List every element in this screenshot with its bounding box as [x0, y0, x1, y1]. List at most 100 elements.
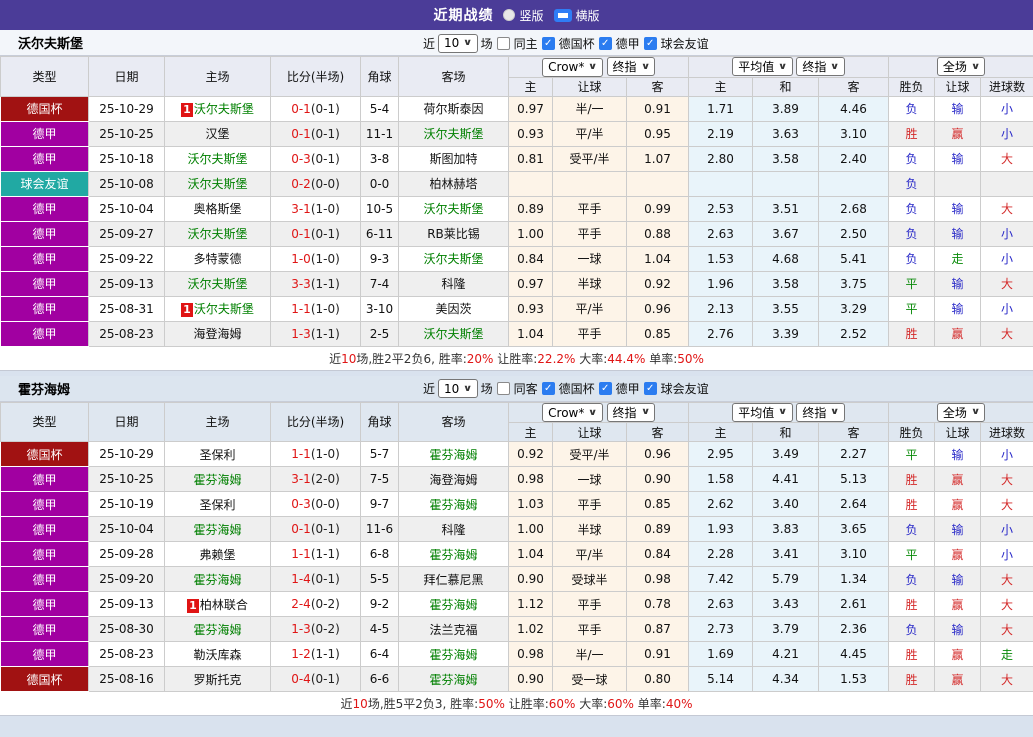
layout-option-vertical[interactable]: 竖版	[503, 7, 543, 24]
cell-avg-draw: 3.55	[753, 296, 819, 321]
cell-result-goals: 小	[981, 542, 1033, 567]
away-team-name: 美因茨	[435, 302, 471, 316]
cell-competition: 德甲	[1, 492, 89, 517]
table-row: 德甲25-08-23勒沃库森1-2(1-1)6-4霍芬海姆0.98半/一0.91…	[1, 642, 1033, 667]
cell-home-team: 1柏林联合	[165, 592, 271, 617]
recent-count-select[interactable]: 10∨	[438, 379, 478, 398]
cell-home-team: 多特蒙德	[165, 246, 271, 271]
table-row: 德甲25-09-28弗赖堡1-1(1-1)6-8霍芬海姆1.04平/半0.842…	[1, 542, 1033, 567]
competition-checkbox-1[interactable]: ✓	[542, 382, 555, 395]
avg-time-select[interactable]: 终指∨	[796, 57, 844, 76]
cell-odds-handicap: 半/一	[553, 642, 627, 667]
cell-avg-home: 1.69	[689, 642, 753, 667]
radio-vertical-icon[interactable]	[503, 9, 515, 21]
page-title: 近期战绩	[433, 5, 493, 25]
competition-checkbox-2[interactable]: ✓	[599, 382, 612, 395]
recent-count-select[interactable]: 10∨	[438, 34, 478, 53]
cell-home-team: 弗赖堡	[165, 542, 271, 567]
cell-result-outcome: 负	[889, 171, 935, 196]
table-row: 德国杯25-10-29圣保利1-1(1-0)5-7霍芬海姆0.92受平/半0.9…	[1, 442, 1033, 467]
away-team-name: 斯图加特	[429, 152, 477, 166]
cell-home-team: 霍芬海姆	[165, 567, 271, 592]
cell-competition: 德甲	[1, 592, 89, 617]
average-select[interactable]: 平均值∨	[732, 57, 792, 76]
cell-result-goals: 走	[981, 642, 1033, 667]
cell-result-handicap: 赢	[935, 642, 981, 667]
neutral-mark: 1	[181, 103, 193, 117]
cell-odds-away: 0.85	[627, 321, 689, 346]
cell-corner: 9-2	[361, 592, 399, 617]
cell-corner: 11-6	[361, 517, 399, 542]
away-team-name: 法兰克福	[429, 623, 477, 637]
average-select[interactable]: 平均值∨	[732, 403, 792, 422]
fulltime-score: 1-1	[291, 447, 311, 461]
competition-checkbox-3[interactable]: ✓	[644, 382, 657, 395]
scope-select[interactable]: 全场∨	[937, 57, 985, 76]
cell-odds-away: 0.96	[627, 296, 689, 321]
cell-avg-away: 2.61	[819, 592, 889, 617]
cell-result-outcome: 负	[889, 96, 935, 121]
summary-stat-value: 40%	[666, 697, 693, 711]
cell-score: 1-3(1-1)	[271, 321, 361, 346]
avg-time-select[interactable]: 终指∨	[796, 403, 844, 422]
odds-time-select[interactable]: 终指∨	[607, 403, 655, 422]
fulltime-score: 1-1	[291, 547, 311, 561]
cell-result-outcome: 胜	[889, 492, 935, 517]
cell-avg-draw: 3.40	[753, 492, 819, 517]
same-venue-checkbox[interactable]	[497, 37, 510, 50]
fulltime-score: 1-0	[291, 252, 311, 266]
cell-result-handicap: 输	[935, 617, 981, 642]
cell-score: 1-4(0-1)	[271, 567, 361, 592]
cell-result-outcome: 平	[889, 296, 935, 321]
cell-away-team: 霍芬海姆	[399, 542, 509, 567]
table-row: 德国杯25-08-16罗斯托克0-4(0-1)6-6霍芬海姆0.90受一球0.8…	[1, 667, 1033, 692]
halftime-score: (0-0)	[311, 177, 340, 191]
halftime-score: (1-0)	[311, 252, 340, 266]
cell-away-team: 美因茨	[399, 296, 509, 321]
cell-corner: 7-4	[361, 271, 399, 296]
summary-stat-value: 50%	[677, 352, 704, 366]
odds-time-select[interactable]: 终指∨	[607, 57, 655, 76]
home-team-name: 罗斯托克	[193, 673, 241, 687]
layout-option-horizontal[interactable]: 横版	[554, 7, 600, 24]
bookmaker-select[interactable]: Crow*∨	[542, 403, 603, 422]
radio-horizontal-icon[interactable]	[554, 9, 572, 22]
radio-vertical-label: 竖版	[519, 7, 543, 24]
column-header-6: 客场	[399, 57, 509, 97]
scope-group: 全场∨	[889, 402, 1033, 423]
competition-checkbox-1[interactable]: ✓	[542, 37, 555, 50]
cell-date: 25-09-20	[89, 567, 165, 592]
fulltime-score: 1-4	[291, 572, 311, 586]
cell-result-handicap: 输	[935, 271, 981, 296]
scope-select[interactable]: 全场∨	[937, 403, 985, 422]
cell-odds-away: 0.95	[627, 121, 689, 146]
cell-score: 1-1(1-1)	[271, 542, 361, 567]
home-team-name: 沃尔夫斯堡	[187, 177, 247, 191]
fulltime-score: 1-1	[291, 302, 311, 316]
cell-result-goals: 小	[981, 121, 1033, 146]
cell-competition: 德甲	[1, 246, 89, 271]
cell-date: 25-09-27	[89, 221, 165, 246]
cell-home-team: 汉堡	[165, 121, 271, 146]
cell-odds-handicap: 受平/半	[553, 146, 627, 171]
cell-competition: 德甲	[1, 467, 89, 492]
same-venue-checkbox[interactable]	[497, 382, 510, 395]
cell-result-handicap: 赢	[935, 542, 981, 567]
fulltime-score: 0-2	[291, 177, 311, 191]
cell-date: 25-10-25	[89, 121, 165, 146]
fulltime-score: 0-1	[291, 227, 311, 241]
summary-stat-value: 22.2%	[537, 352, 575, 366]
cell-result-outcome: 负	[889, 567, 935, 592]
cell-avg-away: 4.45	[819, 642, 889, 667]
odds-time-select-caret-icon: ∨	[640, 62, 650, 72]
competition-checkbox-3[interactable]: ✓	[644, 37, 657, 50]
competition-checkbox-2[interactable]: ✓	[599, 37, 612, 50]
cell-odds-handicap: 平手	[553, 321, 627, 346]
cell-score: 0-2(0-0)	[271, 171, 361, 196]
cell-result-goals	[981, 171, 1033, 196]
cell-corner: 3-10	[361, 296, 399, 321]
fulltime-score: 0-1	[291, 522, 311, 536]
cell-away-team: 沃尔夫斯堡	[399, 246, 509, 271]
bookmaker-select[interactable]: Crow*∨	[542, 58, 603, 77]
sub-header-8: 让球	[935, 423, 981, 442]
